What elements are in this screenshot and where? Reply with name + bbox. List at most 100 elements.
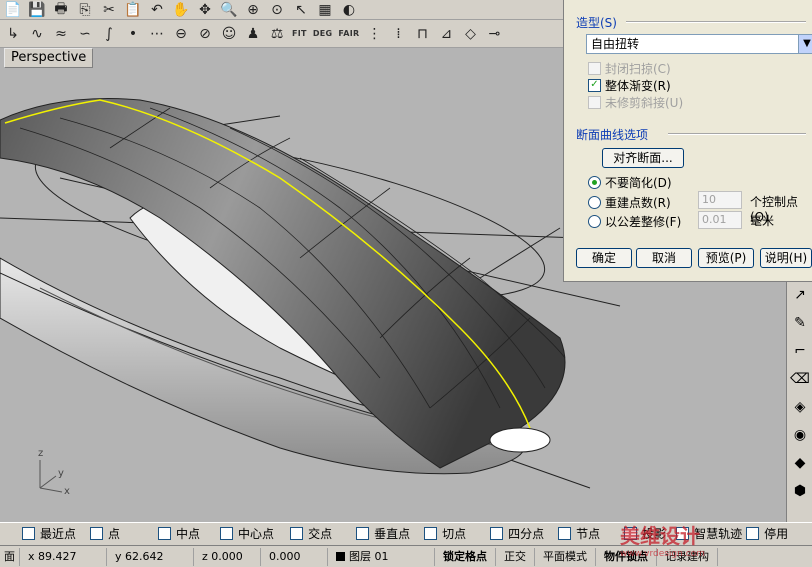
grid-icon[interactable]: ▦: [314, 0, 336, 21]
tag-f-icon[interactable]: ◆: [789, 450, 811, 476]
no-simplify-radio[interactable]: 不要简化(D): [588, 174, 672, 191]
osnap-center[interactable]: 中心点: [220, 525, 274, 542]
zoom-window-icon[interactable]: ⊕: [242, 0, 264, 21]
kink-icon[interactable]: ⊿: [435, 23, 457, 45]
osnap-label: 最近点: [40, 527, 77, 541]
degree-icon[interactable]: DEG: [311, 29, 335, 38]
adjust-icon[interactable]: ⊓: [411, 23, 433, 45]
handle-icon[interactable]: ⊘: [194, 23, 216, 45]
freeform-icon[interactable]: ∫: [98, 23, 120, 45]
status-z: z 0.000: [194, 547, 261, 566]
untrimmed-miter-label: 未修剪斜接(U): [605, 96, 684, 110]
curve-tool-icon[interactable]: ↗: [789, 282, 811, 308]
zoom-icon[interactable]: 🔍: [218, 0, 240, 21]
refit-unit-label: 毫米: [750, 214, 775, 228]
osnap-disable[interactable]: 停用: [746, 525, 788, 542]
zoom-extents-icon[interactable]: ⊙: [266, 0, 288, 21]
fair-icon[interactable]: FAIR: [336, 29, 361, 38]
global-blend-label: 整体渐变(R): [605, 79, 671, 93]
smooth-icon[interactable]: ◇: [459, 23, 481, 45]
radio-dot: [588, 196, 601, 209]
checkbox-box: [424, 527, 438, 540]
rotate-view-icon[interactable]: ✥: [194, 0, 216, 21]
save-icon[interactable]: 💾: [26, 0, 48, 21]
control-points-icon[interactable]: ⋯: [146, 23, 168, 45]
point-icon[interactable]: •: [122, 23, 144, 45]
preview-button[interactable]: 预览(P): [698, 248, 754, 268]
status-x: x 89.427: [20, 547, 107, 566]
curve-icon[interactable]: ∿: [26, 23, 48, 45]
ok-button[interactable]: 确定: [576, 248, 632, 268]
osnap-point[interactable]: 点: [90, 525, 120, 542]
shape-divider: [626, 21, 806, 23]
osnap-knot[interactable]: 节点: [558, 525, 600, 542]
cancel-button[interactable]: 取消: [636, 248, 692, 268]
rebuild-icon[interactable]: ⋮: [363, 23, 385, 45]
pan-hand-icon[interactable]: ✋: [170, 0, 192, 21]
rebuild-radio[interactable]: 重建点数(R): [588, 194, 671, 211]
section-curve-label: 断面曲线选项: [576, 128, 649, 142]
figure-icon[interactable]: ♟: [242, 23, 264, 45]
planar-toggle[interactable]: 平面模式: [535, 547, 596, 566]
osnap-perpendicular[interactable]: 垂直点: [356, 525, 410, 542]
copy-icon[interactable]: ⎘: [74, 0, 96, 21]
osnap-tangent[interactable]: 切点: [424, 525, 466, 542]
corner-icon[interactable]: ⌐: [789, 338, 811, 364]
status-layer[interactable]: 图层 01: [328, 547, 435, 566]
person-icon[interactable]: ☺: [218, 23, 240, 45]
osnap-label: 节点: [576, 527, 601, 541]
rebuild-count-input[interactable]: 10: [698, 191, 742, 209]
layer-name: 图层 01: [349, 549, 389, 563]
tag-m-icon[interactable]: ◈: [789, 394, 811, 420]
right-toolbar: ↗ ✎ ⌐ ⌫ ◈ ◉ ◆ ⬢: [786, 280, 812, 522]
osnap-label: 垂直点: [374, 527, 411, 541]
global-blend-checkbox[interactable]: ✓ 整体渐变(R): [588, 77, 671, 94]
viewport-title[interactable]: Perspective: [4, 48, 94, 68]
degree-curve-icon[interactable]: ∽: [74, 23, 96, 45]
weight-icon[interactable]: ⚖: [266, 23, 288, 45]
sweep-options-dialog: 造型(S) 自由扭转 ▼ 封闭扫掠(C) ✓ 整体渐变(R) 未修剪斜接(U) …: [563, 0, 812, 282]
help-button[interactable]: 说明(H): [760, 248, 812, 268]
refit-tolerance-input[interactable]: 0.01: [698, 211, 742, 229]
undo-icon[interactable]: ↶: [146, 0, 168, 21]
status-w: 0.000: [261, 547, 328, 566]
osnap-quadrant[interactable]: 四分点: [490, 525, 544, 542]
polyline-icon[interactable]: ↳: [2, 23, 24, 45]
osnap-intersection[interactable]: 交点: [290, 525, 332, 542]
osnap-label: 四分点: [508, 527, 545, 541]
status-prefix: 面: [0, 547, 20, 566]
closed-sweep-checkbox[interactable]: 封闭扫掠(C): [588, 60, 671, 77]
cut-icon[interactable]: ✂: [98, 0, 120, 21]
refit-icon[interactable]: ⁞: [387, 23, 409, 45]
render-icon[interactable]: ◐: [338, 0, 360, 21]
paste-icon[interactable]: 📋: [122, 0, 144, 21]
watermark-url: www.vrdesign.com: [620, 549, 705, 559]
ortho-toggle[interactable]: 正交: [496, 547, 535, 566]
chevron-down-icon[interactable]: ▼: [798, 35, 812, 53]
print-icon[interactable]: 🖶: [50, 0, 72, 21]
fit-icon[interactable]: FIT: [290, 29, 309, 38]
grid-snap-toggle[interactable]: 锁定格点: [435, 547, 496, 566]
osnap-label: 停用: [764, 527, 789, 541]
osnap-nearest[interactable]: 最近点: [22, 525, 76, 542]
checkbox-box: [558, 527, 572, 540]
cube-icon[interactable]: ⬢: [789, 478, 811, 504]
edit-points-icon[interactable]: ⊖: [170, 23, 192, 45]
shape-select[interactable]: 自由扭转 ▼: [586, 34, 812, 54]
new-file-icon[interactable]: 📄: [2, 0, 24, 21]
eraser-icon[interactable]: ⌫: [789, 366, 811, 392]
select-icon[interactable]: ↖: [290, 0, 312, 21]
osnap-midpoint[interactable]: 中点: [158, 525, 200, 542]
interp-curve-icon[interactable]: ≈: [50, 23, 72, 45]
radio-dot: [588, 176, 601, 189]
osnap-label: 切点: [442, 527, 467, 541]
refit-radio[interactable]: 以公差整修(F): [588, 213, 681, 230]
layer-color-swatch: [336, 552, 345, 561]
tag-o-icon[interactable]: ◉: [789, 422, 811, 448]
blend-icon[interactable]: ⊸: [483, 23, 505, 45]
align-sections-button[interactable]: 对齐断面...: [602, 148, 684, 168]
pencil-icon[interactable]: ✎: [789, 310, 811, 336]
untrimmed-miter-checkbox[interactable]: 未修剪斜接(U): [588, 94, 683, 111]
checkbox-box: [588, 62, 601, 75]
section-divider: [668, 133, 806, 135]
